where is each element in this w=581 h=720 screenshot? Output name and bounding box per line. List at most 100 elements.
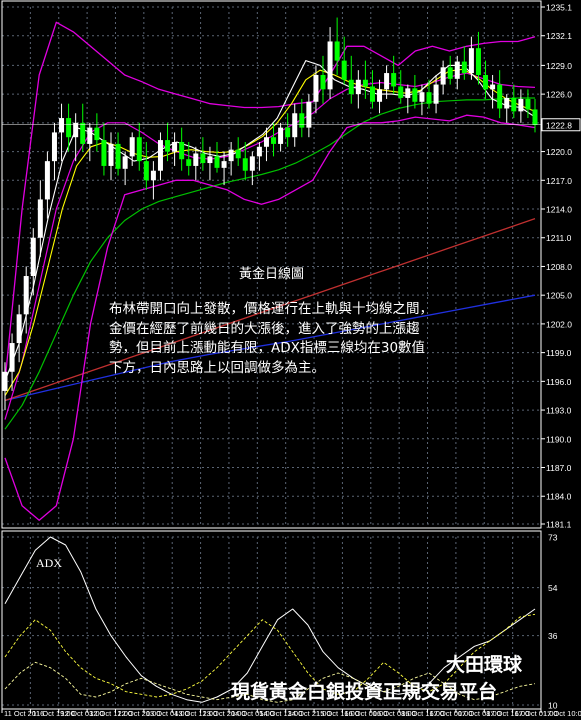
- y-tick-label: 1205.0: [546, 291, 572, 301]
- candle-body: [30, 237, 36, 277]
- candle-body: [87, 127, 93, 144]
- candle-body: [497, 84, 503, 109]
- candle-body: [150, 170, 156, 181]
- candle-body: [454, 61, 460, 79]
- annotation-line-1: 布林帶開口向上發散，價格運行在上軌與十均線之間，: [109, 301, 433, 317]
- candle-body: [2, 371, 8, 391]
- candle-body: [44, 161, 50, 200]
- candle-body: [172, 141, 178, 152]
- candle-body: [490, 84, 496, 90]
- candle-body: [348, 79, 354, 95]
- candle-body: [440, 67, 446, 85]
- y-tick-label: 1184.0: [546, 492, 572, 502]
- candle-body: [115, 143, 121, 169]
- candle-body: [483, 74, 489, 90]
- annotation-line-4: 下方，日內思路上以回調做多為主。: [109, 359, 325, 376]
- candle-body: [518, 98, 524, 112]
- candle-body: [108, 143, 114, 166]
- candle-body: [66, 118, 72, 138]
- candle-body: [504, 97, 510, 109]
- annotation-body: 布林帶開口向上發散，價格運行在上軌與十均線之間， 金價在經歷了前幾日的大漲後，進…: [109, 300, 481, 378]
- y-tick-label: 1181.1: [546, 520, 572, 530]
- candle-body: [51, 132, 57, 162]
- adx-series-label: ADX: [36, 556, 62, 570]
- candle-body: [101, 140, 107, 166]
- candle-body: [16, 314, 22, 344]
- candle-body: [80, 122, 86, 144]
- y-tick-label: 1208.0: [546, 262, 572, 272]
- candle-body: [186, 159, 192, 166]
- candle-body: [278, 127, 284, 144]
- candle-body: [306, 101, 312, 128]
- candle-body: [271, 137, 277, 144]
- y-tick-label: 1217.0: [546, 176, 572, 186]
- candle-body: [313, 74, 319, 102]
- adx-y-tick-label: 73: [548, 533, 558, 543]
- candle-body: [447, 67, 453, 79]
- candle-body: [285, 127, 291, 138]
- current-price-label: 1222.8: [546, 120, 572, 130]
- y-tick-label: 1235.1: [546, 3, 572, 13]
- candle-body: [369, 86, 375, 102]
- candle-body: [228, 149, 234, 162]
- candle-body: [143, 161, 149, 181]
- candle-body: [341, 60, 347, 80]
- annotation-title: 黃金日線圖: [239, 267, 305, 282]
- candle-body: [235, 149, 241, 159]
- candle-body: [249, 156, 255, 171]
- candle-body: [9, 343, 15, 372]
- candle-body: [263, 137, 269, 147]
- y-tick-label: 1196.0: [546, 377, 572, 387]
- candle-body: [122, 156, 128, 169]
- y-tick-label: 1229.0: [546, 61, 572, 71]
- candle-body: [334, 41, 340, 61]
- candle-body: [412, 88, 418, 102]
- annotation-line-2: 金價在經歷了前幾日的大漲後，進入了強勢的上漲趨: [109, 320, 420, 337]
- candle-body: [37, 199, 43, 238]
- candle-body: [327, 41, 333, 90]
- candle-body: [193, 153, 199, 166]
- candle-body: [377, 89, 383, 102]
- candle-body: [221, 161, 227, 168]
- y-tick-label: 1202.0: [546, 319, 572, 329]
- y-tick-label: 1214.0: [546, 205, 572, 215]
- y-tick-label: 1193.0: [546, 406, 572, 416]
- y-tick-label: 1199.0: [546, 348, 572, 358]
- y-tick-label: 1211.0: [546, 233, 572, 243]
- brand-name: 大田環球: [446, 654, 523, 676]
- adx-y-tick-label: 36: [548, 631, 558, 641]
- candle-body: [532, 109, 538, 125]
- candle-body: [384, 73, 390, 90]
- y-tick-label: 1190.0: [546, 434, 572, 444]
- candle-body: [200, 153, 206, 164]
- candle-body: [165, 140, 171, 152]
- candle-body: [362, 79, 368, 87]
- candle-body: [179, 141, 185, 160]
- candle-body: [207, 156, 213, 164]
- candle-body: [433, 84, 439, 104]
- candle-body: [59, 118, 65, 133]
- candle-body: [299, 113, 305, 128]
- x-tick-label: 17 Oct 10:00: [543, 709, 581, 718]
- candle-body: [242, 158, 248, 171]
- candle-body: [355, 79, 361, 95]
- candle-body: [129, 137, 135, 157]
- candle-body: [292, 113, 298, 138]
- annotation-line-3: 勢，但目前上漲動能有限，ADX指標三線均在30數值: [109, 340, 426, 356]
- y-tick-label: 1220.0: [546, 147, 572, 157]
- candle-body: [398, 86, 404, 98]
- candle-body: [256, 146, 262, 157]
- candle-body: [157, 140, 163, 171]
- candle-body: [391, 73, 397, 87]
- candle-body: [136, 137, 142, 162]
- candle-body: [461, 61, 467, 74]
- candle-body: [94, 127, 100, 141]
- candle-body: [419, 92, 425, 102]
- candle-body: [426, 92, 432, 104]
- candle-body: [468, 48, 474, 74]
- y-tick-label: 1226.0: [546, 90, 572, 100]
- brand-tagline: 現貨黃金白銀投資正規交易平台: [231, 681, 498, 703]
- candle-body: [511, 97, 517, 112]
- candle-body: [214, 156, 220, 168]
- candle-body: [320, 74, 326, 90]
